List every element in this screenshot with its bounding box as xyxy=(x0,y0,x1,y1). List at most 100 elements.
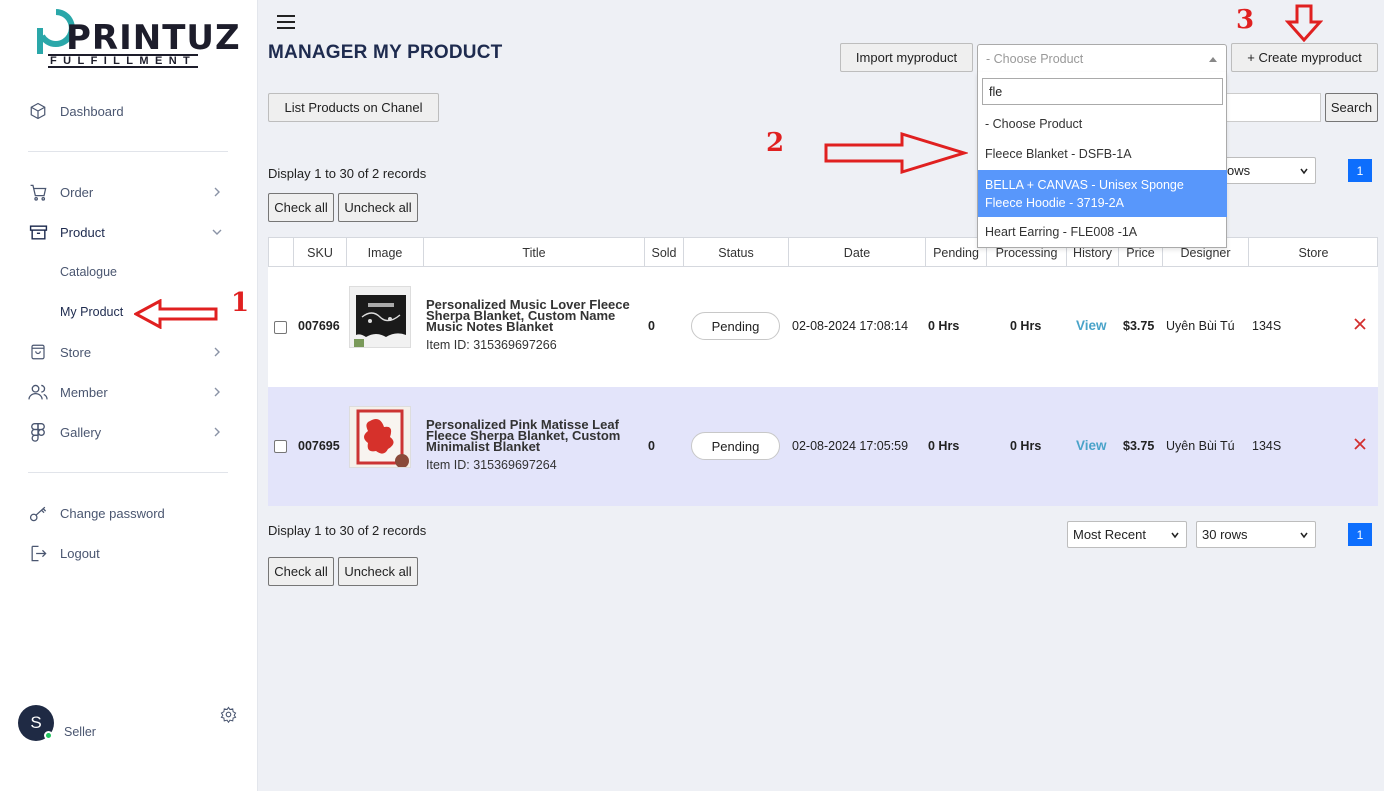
history-view-link[interactable]: View xyxy=(1076,438,1107,453)
delete-icon[interactable] xyxy=(1353,317,1367,331)
sidebar-item-order[interactable]: Order xyxy=(28,182,228,202)
row-sku: 007696 xyxy=(298,319,340,333)
records-count-bottom: Display 1 to 30 of 2 records xyxy=(268,523,427,538)
row-processing: 0 Hrs xyxy=(1010,439,1042,453)
sidebar-label-gallery: Gallery xyxy=(60,424,102,440)
search-button[interactable]: Search xyxy=(1325,93,1378,122)
row-price: $3.75 xyxy=(1123,439,1155,453)
uncheck-all-button-bottom[interactable]: Uncheck all xyxy=(338,557,418,586)
key-icon xyxy=(28,503,48,523)
header-sold: Sold xyxy=(645,238,684,267)
annotation-number-2: 2 xyxy=(766,128,785,158)
sidebar-item-logout[interactable]: Logout xyxy=(28,543,228,563)
rows-per-page-select-bottom[interactable]: 30 rows xyxy=(1196,521,1316,548)
dropdown-option[interactable]: - Choose Product xyxy=(978,114,1227,134)
sort-value: Most Recent xyxy=(1073,527,1146,542)
cube-icon xyxy=(28,101,48,121)
brand-name: PRINTUZ xyxy=(66,18,241,58)
rows-per-page-value: ows xyxy=(1227,163,1251,178)
table-row: 007695 Personalized Pink Matisse Leaf Fl… xyxy=(268,387,1378,506)
caret-up-icon xyxy=(1209,57,1217,62)
sidebar-divider xyxy=(28,472,228,473)
sidebar-label-order: Order xyxy=(60,184,94,200)
gear-icon[interactable] xyxy=(220,706,237,723)
chevron-down-icon xyxy=(1300,532,1308,539)
header-title: Title xyxy=(424,238,645,267)
choose-product-select[interactable]: - Choose Product xyxy=(977,44,1227,73)
pagination-page-bottom[interactable]: 1 xyxy=(1348,523,1372,546)
row-sold: 0 xyxy=(648,439,655,453)
sidebar-subitem-my-product[interactable]: My Product xyxy=(60,305,123,319)
product-thumbnail[interactable] xyxy=(349,286,411,348)
header-sku: SKU xyxy=(294,238,347,267)
dropdown-option[interactable]: Fleece Blanket - DSFB-1A xyxy=(978,144,1227,164)
online-status-icon xyxy=(44,731,53,740)
annotation-number-3: 3 xyxy=(1236,5,1255,35)
row-pending: 0 Hrs xyxy=(928,439,960,453)
records-count: Display 1 to 30 of 2 records xyxy=(268,166,427,181)
header-store: Store xyxy=(1298,245,1329,260)
row-checkbox[interactable] xyxy=(274,321,287,334)
sidebar-label-logout: Logout xyxy=(60,545,100,561)
product-title[interactable]: Personalized Music Lover Fleece Sherpa B… xyxy=(426,298,641,333)
list-products-on-channel-button[interactable]: List Products on Chanel xyxy=(268,93,439,122)
chevron-right-icon xyxy=(214,427,220,437)
header-status: Status xyxy=(684,238,789,267)
status-badge: Pending xyxy=(691,432,780,460)
search-input[interactable] xyxy=(1224,93,1321,122)
dropdown-search-input[interactable]: fle xyxy=(982,78,1223,105)
chevron-right-icon xyxy=(214,387,220,397)
hamburger-menu-icon[interactable] xyxy=(277,15,295,29)
product-thumbnail[interactable] xyxy=(349,406,411,468)
sidebar-label-member: Member xyxy=(60,384,108,400)
chevron-right-icon xyxy=(214,347,220,357)
annotation-number-1: 1 xyxy=(231,288,250,318)
row-checkbox[interactable] xyxy=(274,440,287,453)
header-date: Date xyxy=(789,238,926,267)
check-all-button[interactable]: Check all xyxy=(268,193,334,222)
sidebar-subitem-catalogue[interactable]: Catalogue xyxy=(60,265,117,279)
uncheck-all-button[interactable]: Uncheck all xyxy=(338,193,418,222)
chevron-down-icon xyxy=(212,229,222,235)
row-sold: 0 xyxy=(648,319,655,333)
annotation-arrow-right-icon xyxy=(824,131,968,175)
row-date: 02-08-2024 17:08:14 xyxy=(792,319,909,333)
sidebar-item-change-password[interactable]: Change password xyxy=(28,503,228,523)
chevron-down-icon xyxy=(1300,168,1308,175)
row-store: 134S xyxy=(1252,439,1282,453)
create-myproduct-button[interactable]: + Create myproduct xyxy=(1231,43,1378,72)
dropdown-option[interactable]: Heart Earring - FLE008 -1A xyxy=(978,222,1227,242)
choose-product-placeholder: - Choose Product xyxy=(986,51,1084,66)
dropdown-option-highlighted[interactable]: BELLA + CANVAS - Unisex Sponge Fleece Ho… xyxy=(978,170,1227,217)
check-all-button-bottom[interactable]: Check all xyxy=(268,557,334,586)
delete-icon[interactable] xyxy=(1353,437,1367,451)
logout-icon xyxy=(28,543,48,563)
users-icon xyxy=(28,382,48,402)
table-row: 007696 Personalized Music Lover Fleece S… xyxy=(268,267,1378,387)
chevron-down-icon xyxy=(1171,532,1179,539)
sidebar-item-product[interactable]: Product xyxy=(28,222,228,242)
sidebar-label-change-password: Change password xyxy=(60,505,165,521)
import-myproduct-button[interactable]: Import myproduct xyxy=(840,43,973,72)
sidebar-item-gallery[interactable]: Gallery xyxy=(28,422,228,442)
sidebar-item-member[interactable]: Member xyxy=(28,382,228,402)
history-view-link[interactable]: View xyxy=(1076,318,1107,333)
header-image: Image xyxy=(347,238,424,267)
row-store: 134S xyxy=(1252,319,1282,333)
sidebar-item-dashboard[interactable]: Dashboard xyxy=(28,101,228,121)
row-sku: 007695 xyxy=(298,439,340,453)
status-badge: Pending xyxy=(691,312,780,340)
page-title: MANAGER MY PRODUCT xyxy=(268,42,503,63)
choose-product-dropdown: fle - Choose Product Fleece Blanket - DS… xyxy=(977,72,1227,248)
annotation-arrow-down-icon xyxy=(1285,4,1323,42)
product-item-id: Item ID: 315369697264 xyxy=(426,458,557,472)
sort-select[interactable]: Most Recent xyxy=(1067,521,1187,548)
pagination-page[interactable]: 1 xyxy=(1348,159,1372,182)
sidebar-item-store[interactable]: Store xyxy=(28,342,228,362)
row-processing: 0 Hrs xyxy=(1010,319,1042,333)
sidebar-label-product: Product xyxy=(60,224,105,240)
product-title[interactable]: Personalized Pink Matisse Leaf Fleece Sh… xyxy=(426,418,641,453)
sidebar-label-dashboard: Dashboard xyxy=(60,103,124,119)
brand-logo[interactable]: PRINTUZ FULFILLMENT xyxy=(30,6,240,68)
annotation-arrow-left-icon xyxy=(134,299,218,329)
